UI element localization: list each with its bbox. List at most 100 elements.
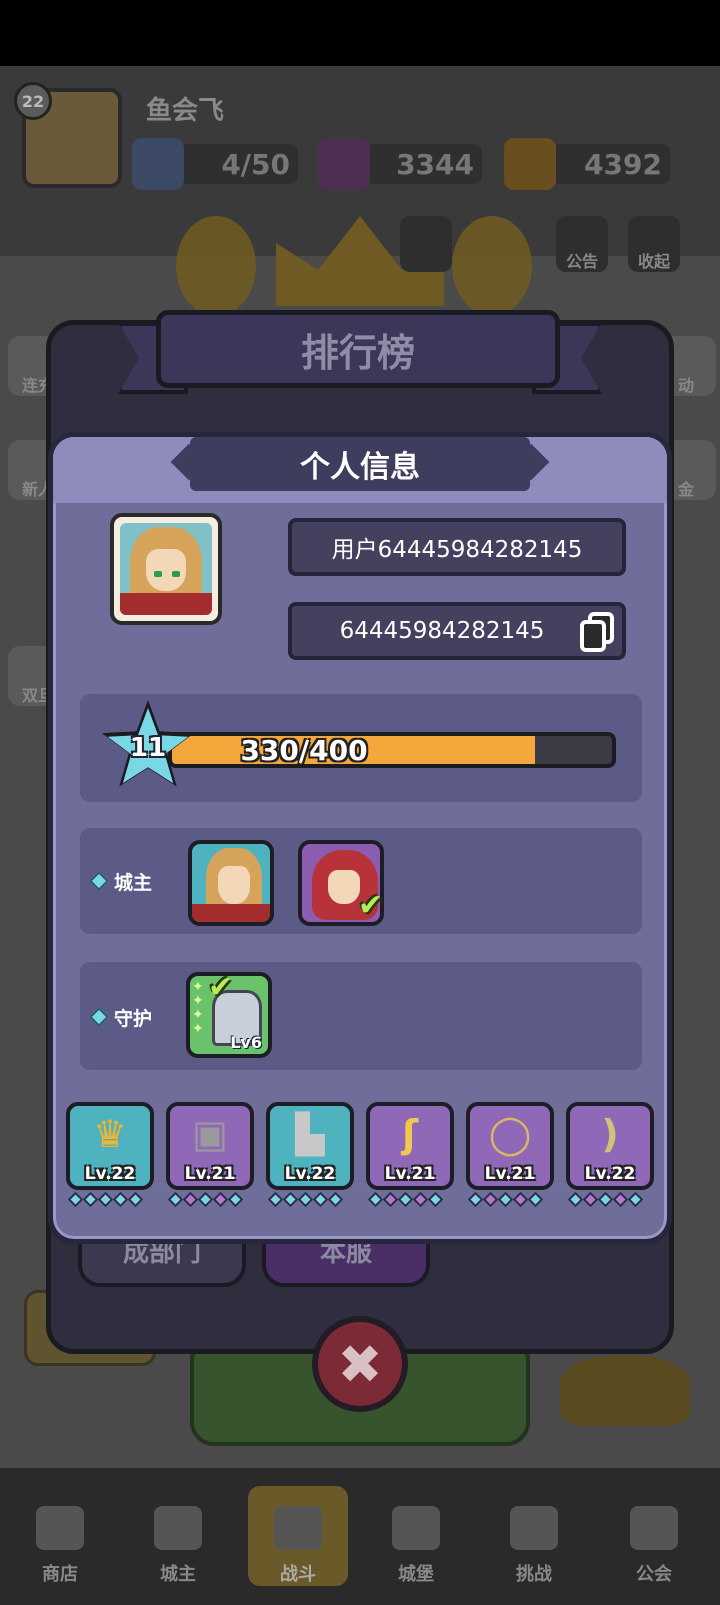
user-id-field: 64445984282145 xyxy=(288,602,626,660)
coin-pile-icon xyxy=(560,1356,690,1426)
armor-icon: ▣ xyxy=(192,1112,228,1156)
equipment-gem-slots xyxy=(67,1191,144,1208)
equipment-gem-slots xyxy=(467,1191,544,1208)
gem-slot-icon xyxy=(67,1191,84,1208)
portrait-art xyxy=(120,523,212,615)
gem-slot-icon xyxy=(382,1191,399,1208)
lord-label-row: 城主 xyxy=(89,866,153,896)
gem-slot-icon xyxy=(127,1191,144,1208)
player-name: 鱼会飞 xyxy=(146,96,225,126)
equipment-slot-3[interactable]: ▙ Lv.22 xyxy=(266,1102,354,1190)
equipment-level: Lv.22 xyxy=(284,1164,336,1184)
gem-slot-icon xyxy=(612,1191,629,1208)
gem-slot-icon xyxy=(527,1191,544,1208)
guard-stars: ✦ ✦ ✦ ✦ xyxy=(192,979,204,1037)
gem-slot-icon xyxy=(412,1191,429,1208)
gem-slot-icon xyxy=(312,1191,329,1208)
gem-slot-icon xyxy=(82,1191,99,1208)
guard-label: 守护 xyxy=(114,1007,153,1030)
gem-slot-icon xyxy=(497,1191,514,1208)
gem-slot-icon xyxy=(367,1191,384,1208)
equipment-slot-2[interactable]: ▣ Lv.21 xyxy=(166,1102,254,1190)
crown-icon: ♛ xyxy=(92,1112,128,1156)
gem-counter: 3344 xyxy=(354,144,482,184)
nav-shop[interactable]: 商店 xyxy=(10,1486,110,1586)
energy-counter: 4/50 xyxy=(172,144,298,184)
gem-slot-icon xyxy=(512,1191,529,1208)
equipment-gem-slots xyxy=(267,1191,344,1208)
swords-icon xyxy=(274,1506,322,1550)
status-bar xyxy=(0,0,720,66)
gem-bullet-icon xyxy=(89,1007,109,1027)
player-portrait[interactable] xyxy=(110,513,222,625)
guard-section xyxy=(80,962,642,1070)
gem-slot-icon xyxy=(227,1191,244,1208)
popup-title: 个人信息 xyxy=(190,437,530,491)
nav-castle[interactable]: 城堡 xyxy=(366,1486,466,1586)
boot-icon: ▙ xyxy=(295,1112,325,1156)
equipment-level: Lv.21 xyxy=(484,1164,536,1184)
gem-bullet-icon xyxy=(89,871,109,891)
lord-label: 城主 xyxy=(114,871,153,894)
lord-card-1[interactable] xyxy=(188,840,274,926)
selected-check-icon: ✔ xyxy=(358,888,384,923)
gem-slot-icon xyxy=(282,1191,299,1208)
gem-slot-icon xyxy=(297,1191,314,1208)
gold-icon[interactable] xyxy=(504,138,556,190)
gem-slot-icon xyxy=(112,1191,129,1208)
equipment-level: Lv.22 xyxy=(584,1164,636,1184)
equipment-gem-slots xyxy=(367,1191,444,1208)
leaderboard-title: 排行榜 xyxy=(156,310,560,388)
gem-slot-icon xyxy=(467,1191,484,1208)
xp-text: 330/400 xyxy=(240,733,368,767)
guild-icon xyxy=(630,1506,678,1550)
gold-counter: 4392 xyxy=(552,144,670,184)
laurel-left-icon xyxy=(176,216,256,316)
energy-icon[interactable] xyxy=(132,138,184,190)
ring-icon: ◯ xyxy=(488,1112,532,1156)
equipment-slot-4[interactable]: ʃ Lv.21 xyxy=(366,1102,454,1190)
bow-icon: ) xyxy=(601,1112,619,1156)
gem-slot-icon xyxy=(627,1191,644,1208)
gem-slot-icon xyxy=(97,1191,114,1208)
gem-slot-icon xyxy=(182,1191,199,1208)
gem-slot-icon xyxy=(582,1191,599,1208)
player-level: 11 xyxy=(129,733,167,763)
equipment-level: Lv.21 xyxy=(384,1164,436,1184)
gem-slot-icon xyxy=(327,1191,344,1208)
challenge-icon xyxy=(510,1506,558,1550)
guard-level: Lv6 xyxy=(230,1033,262,1052)
lord-icon xyxy=(154,1506,202,1550)
nav-battle[interactable]: 战斗 xyxy=(248,1486,348,1586)
gem-icon[interactable] xyxy=(318,138,370,190)
gem-slot-icon xyxy=(427,1191,444,1208)
staff-icon: ʃ xyxy=(402,1112,418,1156)
close-button[interactable]: ✖ xyxy=(312,1316,408,1412)
nav-guild[interactable]: 公会 xyxy=(604,1486,704,1586)
equipment-level: Lv.21 xyxy=(184,1164,236,1184)
equipment-level: Lv.22 xyxy=(84,1164,136,1184)
gem-slot-icon xyxy=(397,1191,414,1208)
equipment-slot-1[interactable]: ♛ Lv.22 xyxy=(66,1102,154,1190)
nav-lord[interactable]: 城主 xyxy=(128,1486,228,1586)
gem-slot-icon xyxy=(212,1191,229,1208)
copy-icon[interactable] xyxy=(578,612,616,652)
equipment-slot-6[interactable]: ) Lv.22 xyxy=(566,1102,654,1190)
collapse-button[interactable]: 收起 xyxy=(628,216,680,272)
player-level-badge: 22 xyxy=(14,82,52,120)
laurel-right-icon xyxy=(452,216,532,316)
gem-slot-icon xyxy=(567,1191,584,1208)
gem-slot-icon xyxy=(482,1191,499,1208)
mail-icon[interactable] xyxy=(400,216,452,272)
guard-label-row: 守护 xyxy=(89,1002,153,1032)
guard-check-icon: ✔ xyxy=(208,970,234,1005)
username-field: 用户64445984282145 xyxy=(288,518,626,576)
equipment-gem-slots xyxy=(567,1191,644,1208)
equipment-slot-5[interactable]: ◯ Lv.21 xyxy=(466,1102,554,1190)
gem-slot-icon xyxy=(597,1191,614,1208)
shop-icon xyxy=(36,1506,84,1550)
announcement-button[interactable]: 公告 xyxy=(556,216,608,272)
nav-challenge[interactable]: 挑战 xyxy=(484,1486,584,1586)
gem-slot-icon xyxy=(167,1191,184,1208)
gem-slot-icon xyxy=(267,1191,284,1208)
